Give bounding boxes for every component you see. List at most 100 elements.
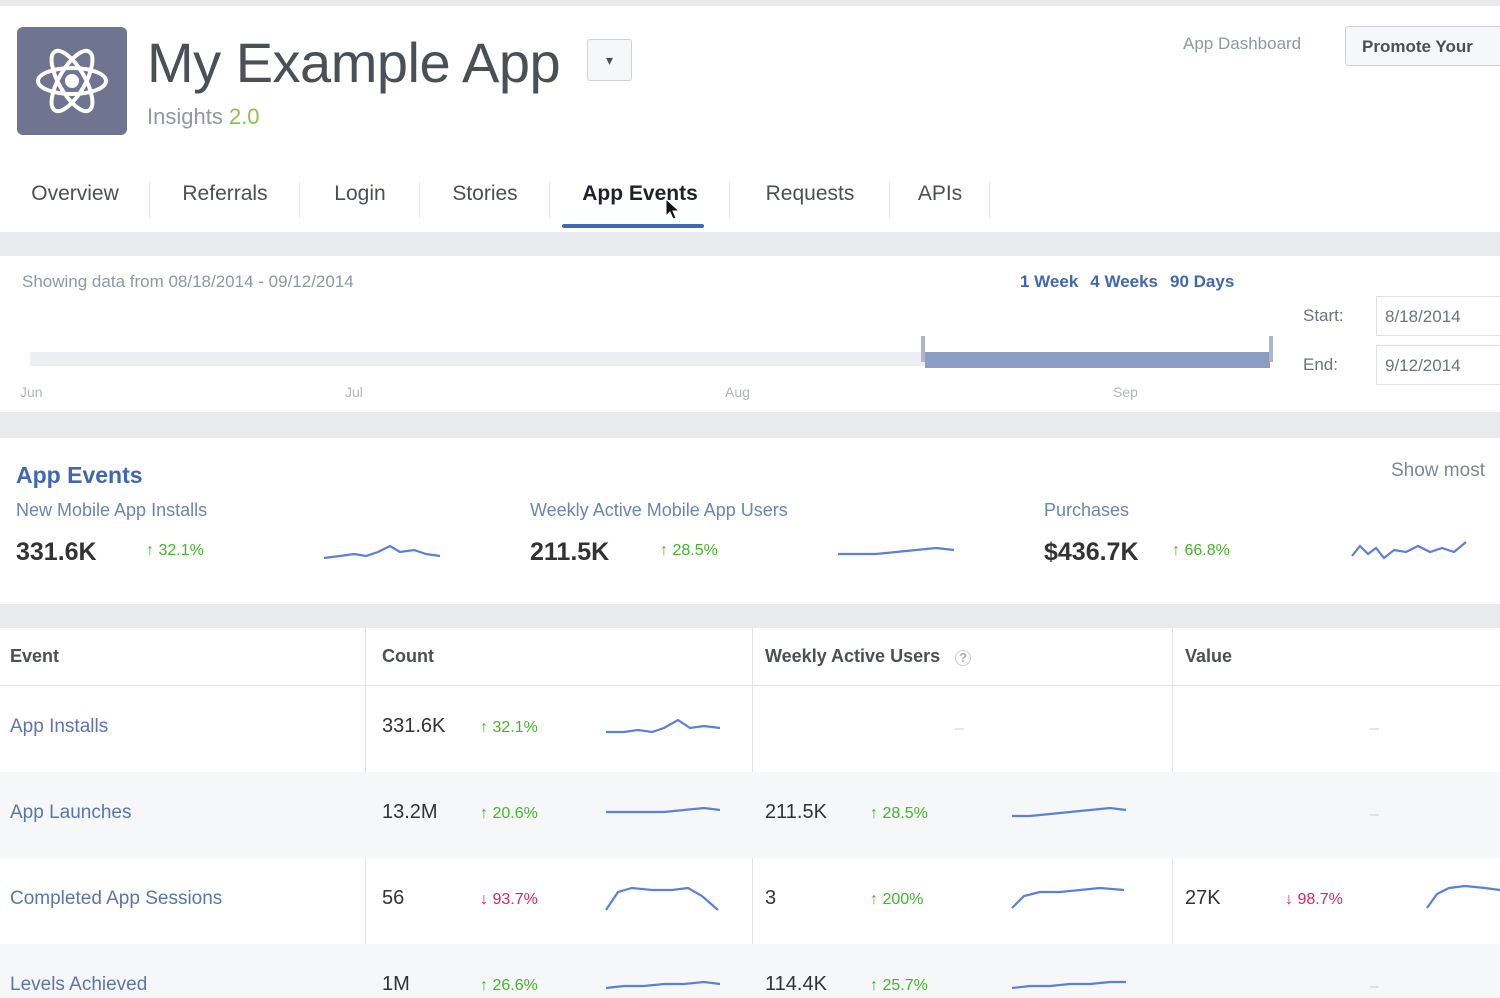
- tab-login[interactable]: Login: [300, 170, 420, 232]
- count-value: 13.2M: [382, 801, 438, 823]
- header-label: Weekly Active Users: [765, 646, 941, 666]
- metric-weekly-active-users[interactable]: Weekly Active Mobile App Users 211.5K ↑ …: [530, 500, 990, 590]
- tab-requests[interactable]: Requests: [730, 170, 890, 232]
- tab-label: Requests: [765, 182, 855, 205]
- metric-label: Weekly Active Mobile App Users: [530, 500, 788, 520]
- wau-value: 114.4K: [765, 973, 827, 995]
- empty-cell: –: [1370, 978, 1379, 995]
- date-range-panel: Showing data from 08/18/2014 - 09/12/201…: [0, 256, 1500, 412]
- sparkline: [323, 544, 441, 560]
- month-tick: Sep: [1113, 384, 1138, 400]
- metric-new-installs[interactable]: New Mobile App Installs 331.6K ↑ 32.1%: [16, 500, 476, 590]
- table-row[interactable]: App Installs 331.6K ↑ 32.1% – –: [0, 686, 1500, 772]
- tab-label: APIs: [917, 182, 963, 205]
- month-tick: Jul: [345, 384, 363, 400]
- metric-label: New Mobile App Installs: [16, 500, 208, 520]
- count-value: 331.6K: [382, 715, 446, 737]
- value-value: 27K: [1185, 887, 1221, 909]
- start-date-input[interactable]: 8/18/2014: [1376, 296, 1500, 336]
- event-name-link[interactable]: Completed App Sessions: [10, 888, 222, 910]
- timeline-end-handle[interactable]: [1269, 336, 1273, 362]
- empty-cell: –: [1370, 806, 1379, 823]
- event-name-link[interactable]: App Installs: [10, 716, 108, 738]
- tab-label: Overview: [31, 182, 119, 205]
- count-delta: ↓ 93.7%: [480, 891, 538, 908]
- metric-value: $436.7K: [1044, 538, 1139, 566]
- count-sparkline: [605, 980, 721, 990]
- show-most-link[interactable]: Show most: [1391, 460, 1485, 482]
- metric-delta: ↑ 28.5%: [660, 542, 718, 559]
- count-sparkline: [606, 718, 721, 734]
- timeline-start-handle[interactable]: [921, 336, 925, 362]
- month-tick: Aug: [725, 384, 750, 400]
- preset-1-week[interactable]: 1 Week: [1020, 272, 1078, 292]
- tab-label: Stories: [452, 182, 518, 205]
- sparkline: [838, 546, 955, 556]
- chevron-down-icon: ▾: [605, 51, 614, 68]
- header-count[interactable]: Count: [382, 628, 434, 686]
- atom-icon: [36, 48, 108, 114]
- metric-value: 211.5K: [530, 538, 610, 566]
- table-row[interactable]: App Launches 13.2M ↑ 20.6% 211.5K ↑ 28.5…: [0, 772, 1500, 858]
- app-title: My Example App: [147, 31, 561, 94]
- app-dashboard-link[interactable]: App Dashboard: [1183, 34, 1301, 54]
- table-row[interactable]: Levels Achieved 1M ↑ 26.6% 114.4K ↑ 25.7…: [0, 944, 1500, 998]
- insights-version: Insights 2.0: [147, 104, 260, 130]
- count-sparkline: [606, 806, 721, 814]
- app-header: My Example App ▾ Insights 2.0 App Dashbo…: [0, 0, 1500, 232]
- wau-value: 3: [765, 887, 777, 909]
- metric-purchases[interactable]: Purchases $436.7K ↑ 66.8%: [1044, 500, 1500, 590]
- tab-label: Referrals: [182, 182, 268, 205]
- mouse-cursor-icon: [665, 197, 681, 226]
- timeline-selection[interactable]: [925, 352, 1270, 368]
- insights-label: Insights: [147, 104, 223, 129]
- wau-delta: ↑ 25.7%: [870, 977, 928, 994]
- app-icon[interactable]: [17, 27, 127, 135]
- insights-tabs: Overview Referrals Login Stories App Eve…: [0, 170, 990, 232]
- count-delta: ↑ 32.1%: [480, 719, 538, 736]
- metric-delta: ↑ 66.8%: [1172, 542, 1230, 559]
- metric-delta: ↑ 32.1%: [146, 542, 204, 559]
- count-value: 56: [382, 887, 405, 909]
- month-tick: Jun: [20, 384, 43, 400]
- summary-title: App Events: [16, 462, 143, 488]
- wau-delta: ↑ 28.5%: [870, 805, 928, 822]
- tab-apis[interactable]: APIs: [890, 170, 990, 232]
- value-delta: ↓ 98.7%: [1285, 891, 1343, 908]
- version-label: 2.0: [228, 104, 260, 129]
- promote-button[interactable]: Promote Your: [1345, 26, 1500, 66]
- header-event[interactable]: Event: [10, 628, 59, 686]
- date-range-text: Showing data from 08/18/2014 - 09/12/201…: [22, 272, 354, 291]
- tab-referrals[interactable]: Referrals: [150, 170, 300, 232]
- help-icon[interactable]: ?: [955, 650, 972, 666]
- end-label: End:: [1303, 355, 1338, 374]
- event-name-link[interactable]: App Launches: [10, 802, 132, 824]
- wau-sparkline: [1011, 980, 1126, 990]
- top-border-strip: [0, 0, 1500, 6]
- header-weekly-active-users[interactable]: Weekly Active Users ?: [765, 628, 972, 686]
- wau-sparkline: [1011, 886, 1125, 909]
- count-value: 1M: [382, 973, 410, 995]
- start-label: Start:: [1303, 306, 1344, 325]
- preset-4-weeks[interactable]: 4 Weeks: [1090, 272, 1158, 292]
- empty-cell: –: [955, 720, 964, 737]
- tab-stories[interactable]: Stories: [420, 170, 550, 232]
- events-table: Event Count Weekly Active Users ? Value …: [0, 628, 1500, 998]
- event-name-link[interactable]: Levels Achieved: [10, 974, 147, 996]
- app-switcher-button[interactable]: ▾: [587, 39, 632, 81]
- app-events-summary: App Events Show most New Mobile App Inst…: [0, 438, 1500, 604]
- wau-sparkline: [1012, 806, 1127, 818]
- wau-value: 211.5K: [765, 801, 827, 823]
- empty-cell: –: [1370, 720, 1379, 737]
- tab-label: Login: [334, 182, 386, 205]
- count-delta: ↑ 20.6%: [480, 805, 538, 822]
- count-sparkline: [605, 886, 719, 911]
- count-delta: ↑ 26.6%: [480, 977, 538, 994]
- wau-delta: ↑ 200%: [870, 891, 924, 908]
- table-row[interactable]: Completed App Sessions 56 ↓ 93.7% 3 ↑ 20…: [0, 858, 1500, 944]
- end-date-input[interactable]: 9/12/2014: [1376, 345, 1500, 385]
- header-value[interactable]: Value: [1185, 628, 1232, 686]
- tab-overview[interactable]: Overview: [0, 170, 150, 232]
- tab-app-events[interactable]: App Events: [550, 170, 730, 232]
- preset-90-days[interactable]: 90 Days: [1170, 272, 1234, 292]
